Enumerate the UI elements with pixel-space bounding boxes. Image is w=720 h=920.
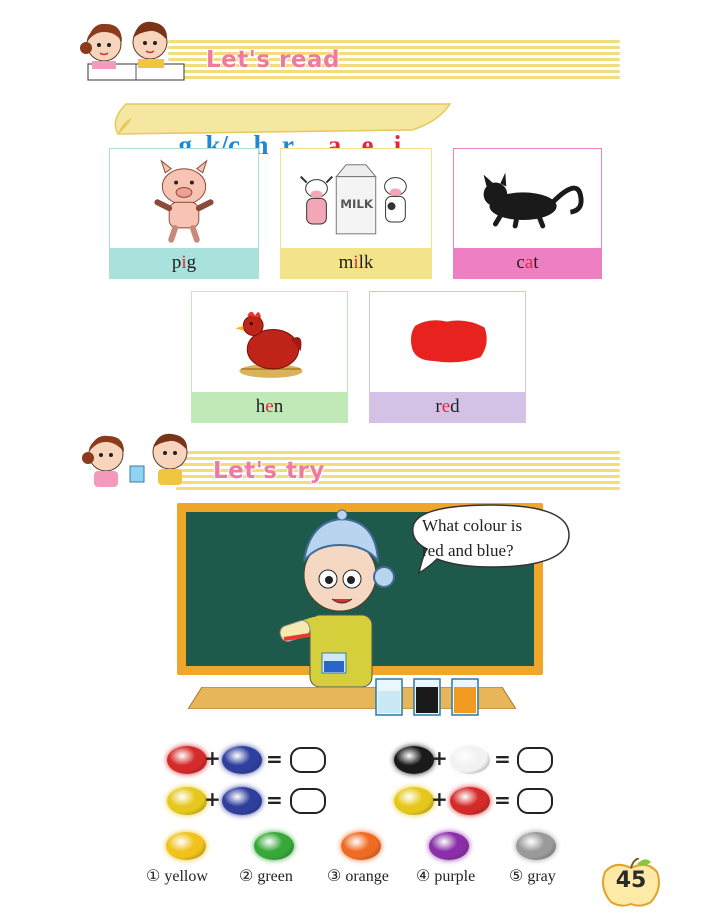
paint-blob: [450, 746, 490, 774]
plus-sign: +: [431, 787, 448, 811]
word-card-milk: MILK milk: [280, 148, 432, 279]
answer-box[interactable]: [517, 747, 553, 773]
word-label-cat: cat: [454, 248, 601, 278]
option-purple-blob: [429, 832, 469, 860]
scientist-boy-icon: [279, 509, 395, 688]
option-yellow-label: ① yellow: [146, 868, 208, 885]
answer-box[interactable]: [517, 788, 553, 814]
paint-blob: [394, 787, 434, 815]
word-label-hen: hen: [192, 392, 347, 422]
option-green-label: ② green: [239, 868, 293, 885]
bubble-question: What colour is red and blue?: [422, 516, 523, 560]
word-label-milk: milk: [281, 248, 431, 278]
kids-reading-icon: [80, 21, 185, 81]
cat-icon: [483, 172, 584, 229]
word-label-red: red: [370, 392, 525, 422]
plus-sign: +: [431, 746, 448, 770]
pig-icon: [154, 159, 214, 243]
milk-icon: MILK: [300, 164, 407, 235]
option-yellow-blob: [166, 832, 206, 860]
beakers-icon: [375, 678, 479, 716]
word-label-pig: pig: [110, 248, 258, 278]
option-green-blob: [254, 832, 294, 860]
plus-sign: +: [204, 787, 221, 811]
paint-blob: [450, 787, 490, 815]
word-card-hen: hen: [191, 291, 348, 423]
read-section-title: Let's read: [206, 47, 340, 73]
hen-icon: [235, 311, 303, 378]
svg-text:MILK: MILK: [340, 197, 374, 211]
option-orange-label: ③ orange: [327, 868, 389, 885]
try-section-title: Let's try: [213, 458, 325, 484]
equals-sign: =: [266, 747, 283, 771]
equals-sign: =: [266, 788, 283, 812]
answer-box[interactable]: [290, 788, 326, 814]
paint-blob: [222, 746, 262, 774]
option-gray-blob: [516, 832, 556, 860]
option-gray-label: ⑤ gray: [509, 868, 556, 885]
answer-box[interactable]: [290, 747, 326, 773]
option-orange-blob: [341, 832, 381, 860]
word-card-cat: cat: [453, 148, 602, 279]
equals-sign: =: [494, 747, 511, 771]
paint-blob: [167, 787, 207, 815]
paint-blob: [167, 746, 207, 774]
equals-sign: =: [494, 788, 511, 812]
word-card-pig: pig: [109, 148, 259, 279]
word-card-red: red: [369, 291, 526, 423]
option-purple-label: ④ purple: [416, 868, 476, 885]
plus-sign: +: [204, 746, 221, 770]
paint-blob: [394, 746, 434, 774]
kids-experiment-icon: [82, 433, 188, 487]
red-paint-icon: [410, 320, 487, 363]
paint-blob: [222, 787, 262, 815]
page-number: 45: [615, 868, 647, 893]
